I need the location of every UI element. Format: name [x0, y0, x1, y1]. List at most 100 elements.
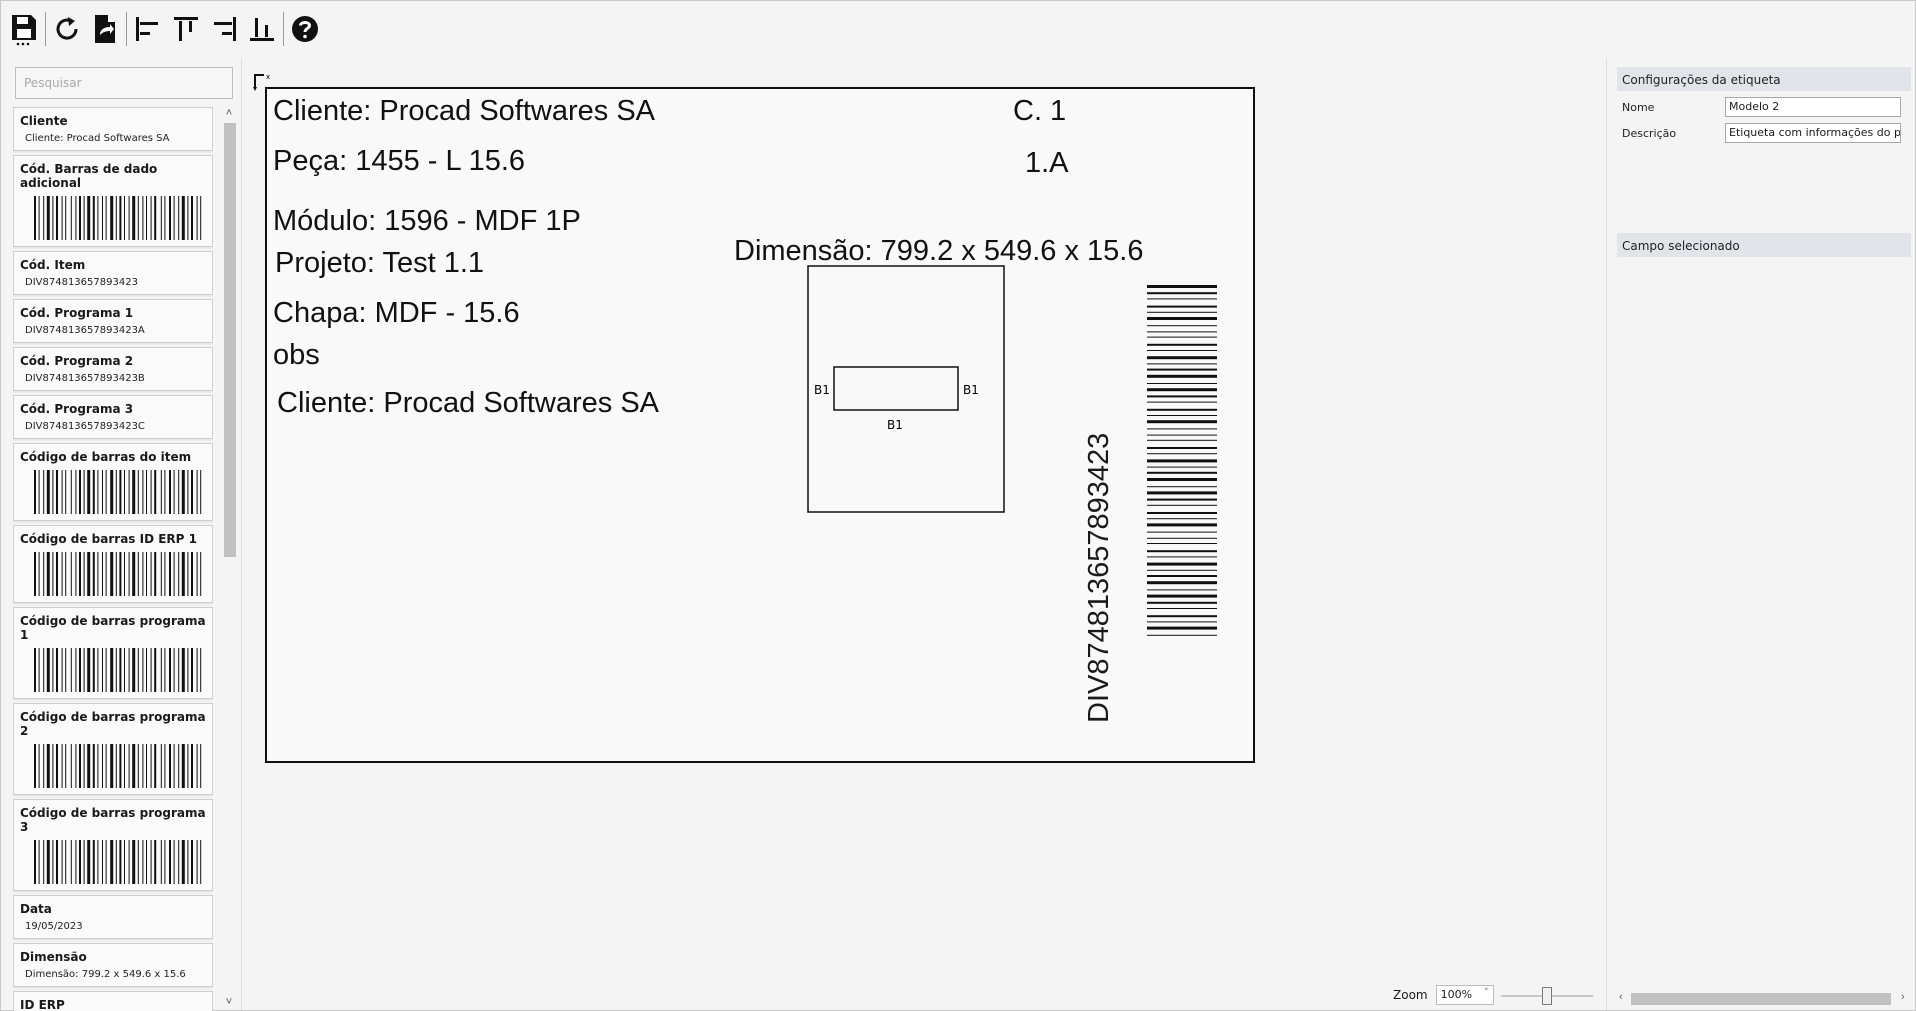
label-field-modulo[interactable]: Módulo: 1596 - MDF 1P — [273, 207, 581, 236]
toolbar — [1, 1, 1915, 57]
field-card[interactable]: Cód. Programa 2 DIV874813657893423B — [13, 347, 213, 391]
label-field-projeto[interactable]: Projeto: Test 1.1 — [275, 249, 484, 278]
barcode-bar — [1147, 311, 1217, 313]
align-bottom-button[interactable] — [243, 9, 281, 49]
barcode-bar — [178, 840, 180, 884]
field-card-value: Dimensão: 799.2 x 549.6 x 15.6 — [25, 969, 186, 980]
save-icon — [12, 15, 36, 46]
align-right-icon — [214, 17, 236, 41]
scroll-up-icon[interactable]: ˄ — [223, 107, 235, 119]
barcode-bar — [1147, 589, 1217, 591]
barcode-bar — [52, 744, 54, 788]
label-field-position[interactable]: 1.A — [1025, 149, 1069, 178]
label-field-cliente[interactable]: Cliente: Procad Softwares SA — [273, 97, 655, 126]
barcode-bar — [43, 196, 45, 240]
barcode-bar — [105, 648, 107, 692]
zoom-slider[interactable] — [1501, 985, 1593, 1005]
barcode-bar — [154, 196, 157, 240]
align-left-button[interactable] — [129, 9, 167, 49]
field-card[interactable]: Dimensão Dimensão: 799.2 x 549.6 x 15.6 — [13, 943, 213, 987]
barcode-bar — [128, 744, 130, 788]
scroll-left-icon[interactable]: ‹ — [1619, 991, 1623, 1003]
item-barcode-vertical[interactable] — [1147, 285, 1221, 645]
barcode-bar — [178, 196, 180, 240]
barcode-bar — [105, 196, 107, 240]
barcode-bar — [70, 470, 72, 514]
barcode-bar — [1147, 486, 1217, 488]
scrollbar-thumb[interactable] — [224, 123, 236, 557]
field-card[interactable]: Código de barras programa 1 — [13, 607, 213, 699]
help-button[interactable] — [286, 9, 324, 49]
field-card-title: Cliente — [20, 114, 68, 128]
design-canvas[interactable]: x Cliente: Procad Softwares SA Peça: 145… — [241, 59, 1607, 1010]
label-field-dimensao[interactable]: Dimensão: 799.2 x 549.6 x 15.6 — [734, 237, 1143, 266]
field-card-title: Cód. Item — [20, 258, 86, 272]
barcode-bar — [146, 196, 147, 240]
barcode-bar — [1147, 374, 1217, 378]
align-bottom-icon — [250, 18, 274, 41]
slider-knob[interactable] — [1542, 987, 1552, 1005]
export-button[interactable] — [86, 9, 124, 49]
barcode-preview-icon — [34, 552, 202, 596]
field-card[interactable]: Código de barras programa 3 — [13, 799, 213, 891]
barcode-bar — [92, 470, 95, 514]
label-field-cliente-2[interactable]: Cliente: Procad Softwares SA — [277, 389, 659, 418]
label-field-chapa[interactable]: Chapa: MDF - 15.6 — [273, 299, 520, 328]
barcode-bar — [102, 744, 103, 788]
barcode-bar — [137, 840, 139, 884]
field-card[interactable]: Data 19/05/2023 — [13, 895, 213, 939]
label-field-peca[interactable]: Peça: 1455 - L 15.6 — [273, 147, 525, 176]
field-card[interactable]: Cód. Programa 3 DIV874813657893423C — [13, 395, 213, 439]
label-field-obs[interactable]: obs — [273, 341, 320, 370]
barcode-bar — [160, 840, 162, 884]
barcode-bar — [1147, 621, 1217, 623]
label-settings-header: Configurações da etiqueta — [1617, 67, 1911, 91]
barcode-bar — [56, 840, 58, 884]
barcode-bar — [200, 648, 202, 692]
save-button[interactable] — [5, 9, 43, 49]
barcode-bar — [1147, 478, 1217, 481]
field-card[interactable]: Cliente Cliente: Procad Softwares SA — [13, 107, 213, 151]
barcode-bar — [146, 648, 147, 692]
barcode-bar — [1147, 594, 1217, 598]
refresh-button[interactable] — [48, 9, 86, 49]
barcode-bar — [1147, 615, 1217, 618]
field-card[interactable]: Cód. Programa 1 DIV874813657893423A — [13, 299, 213, 343]
scroll-down-icon[interactable]: ˅ — [223, 996, 235, 1008]
barcode-bar — [65, 840, 67, 884]
field-card[interactable]: ID ERPID ERP: 745e36b1ac72e — [13, 991, 213, 1011]
field-card[interactable]: Código de barras ID ERP 1 — [13, 525, 213, 603]
barcode-bar — [191, 840, 193, 884]
barcode-bar — [181, 552, 185, 596]
field-card[interactable]: Código de barras do item — [13, 443, 213, 521]
name-field[interactable]: Modelo 2 — [1725, 97, 1901, 117]
barcode-bar — [169, 840, 171, 884]
barcode-bar — [97, 648, 99, 692]
barcode-bar — [79, 648, 81, 692]
scroll-right-icon[interactable]: › — [1901, 991, 1905, 1003]
zoom-select[interactable]: 100% ˅ — [1435, 985, 1494, 1005]
search-input[interactable]: Pesquisar — [15, 67, 233, 99]
properties-hscrollbar[interactable]: ‹ › — [1617, 991, 1911, 1007]
fields-scrollbar[interactable]: ˄ ˅ — [219, 107, 239, 1011]
barcode-bar — [105, 840, 107, 884]
barcode-bar — [1147, 428, 1217, 430]
barcode-bar — [52, 648, 54, 692]
label-preview[interactable]: Cliente: Procad Softwares SA Peça: 1455 … — [265, 87, 1255, 763]
align-top-button[interactable] — [167, 9, 205, 49]
description-field[interactable]: Etiqueta com informações do pr — [1725, 123, 1901, 143]
label-field-c1[interactable]: C. 1 — [1013, 97, 1066, 126]
field-card[interactable]: Cód. Barras de dado adicional — [13, 155, 213, 247]
barcode-bar — [75, 648, 77, 692]
barcode-bar — [200, 552, 202, 596]
align-right-button[interactable] — [205, 9, 243, 49]
field-card[interactable]: Cód. Item DIV874813657893423 — [13, 251, 213, 295]
scrollbar-thumb[interactable] — [1631, 993, 1891, 1005]
toolbar-separator — [126, 12, 127, 46]
label-field-codigo-vertical[interactable]: DIV874813657893423 — [1083, 433, 1115, 723]
fields-panel: Pesquisar Cliente Cliente: Procad Softwar… — [13, 65, 239, 1011]
field-card[interactable]: Código de barras programa 2 — [13, 703, 213, 795]
barcode-bar — [164, 552, 166, 596]
barcode-bar — [142, 840, 144, 884]
piece-dimension-diagram[interactable]: B1 B1 B1 — [807, 265, 1027, 529]
